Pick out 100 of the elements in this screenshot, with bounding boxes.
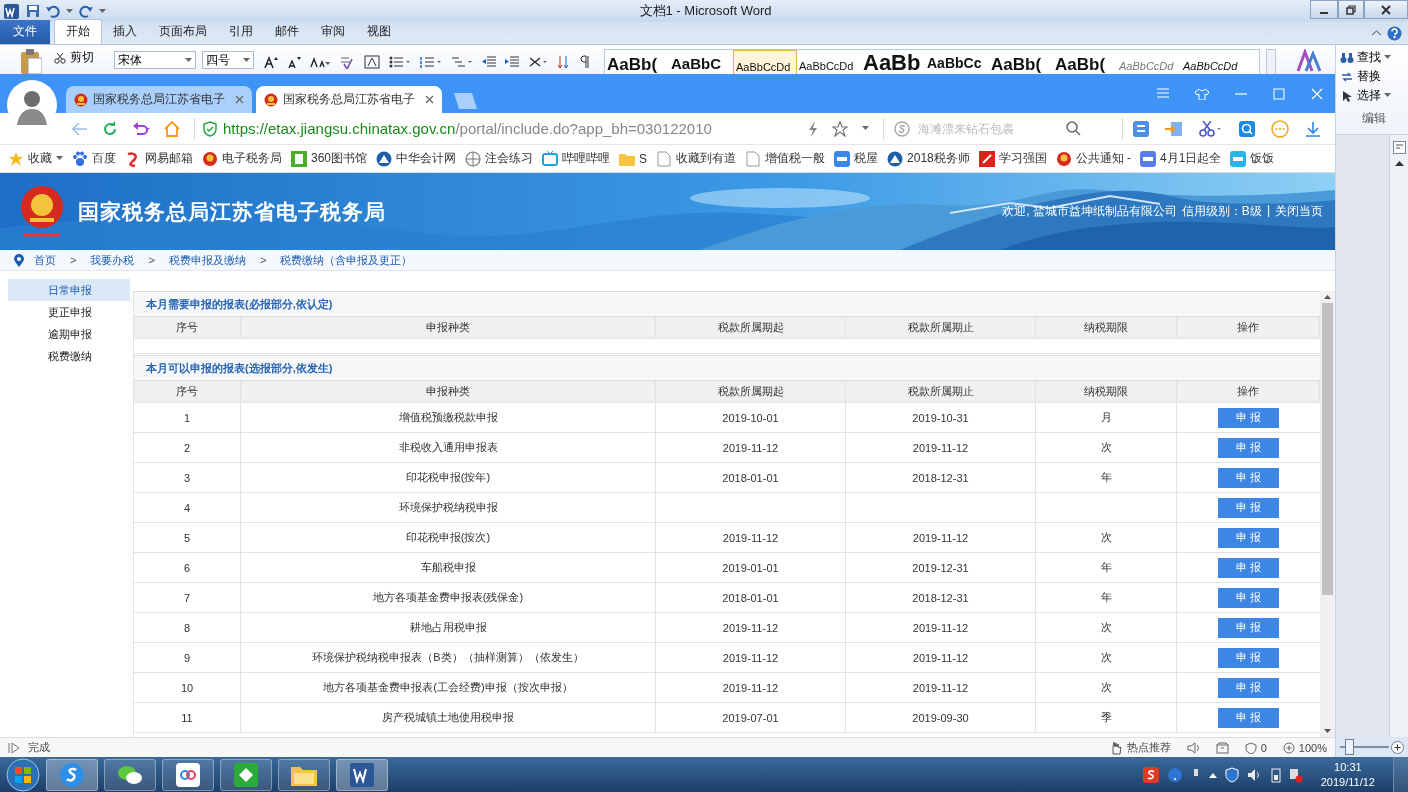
declare-button[interactable]: 申 报 — [1218, 587, 1279, 608]
scroll-up-icon[interactable] — [1324, 295, 1331, 299]
translate-icon[interactable] — [1133, 120, 1149, 137]
sidebar-item[interactable]: 日常申报 — [8, 279, 130, 301]
style-preview[interactable]: AaBbCcDd — [733, 50, 797, 74]
font-name-field[interactable]: 宋体 — [114, 51, 196, 69]
bookmark[interactable]: 收藏 — [8, 150, 63, 167]
style-preview[interactable]: AaBb — [861, 50, 925, 74]
star-icon[interactable] — [832, 120, 848, 137]
paste-icon[interactable] — [20, 48, 42, 74]
bookmark[interactable]: 电子税务局 — [202, 150, 282, 167]
decrease-indent-icon[interactable] — [482, 56, 496, 68]
declare-button[interactable]: 申 报 — [1218, 407, 1279, 428]
save-icon[interactable] — [26, 4, 40, 18]
style-preview[interactable]: AaBbCcDd — [1181, 50, 1245, 74]
search-icon[interactable] — [1066, 121, 1081, 136]
sort-icon[interactable] — [557, 55, 571, 69]
ribbon-tab[interactable]: 插入 — [102, 20, 148, 44]
shield-tray-icon[interactable] — [1224, 766, 1239, 783]
zoom-slider[interactable] — [1340, 739, 1389, 755]
style-preview[interactable]: AaBb( — [605, 50, 669, 74]
gallery-scrollbar[interactable] — [1266, 49, 1276, 74]
replace-button[interactable]: 替换 — [1340, 68, 1408, 85]
ruler-toggle-icon[interactable] — [1392, 141, 1406, 154]
phonetic-guide-icon[interactable] — [339, 55, 355, 69]
dropdown-caret-icon[interactable] — [862, 126, 869, 131]
caret-icon[interactable] — [1384, 55, 1391, 60]
declare-button[interactable]: 申 报 — [1218, 527, 1279, 548]
taskbar-app[interactable] — [220, 758, 272, 791]
sidebar-item[interactable]: 逾期申报 — [8, 323, 130, 345]
search-field[interactable]: 海滩漂来钻石包裹 — [918, 118, 1058, 139]
enclose-character-icon[interactable] — [364, 55, 380, 69]
magnifier-app-icon[interactable] — [1239, 120, 1255, 137]
show-hidden-icon[interactable] — [1208, 771, 1217, 778]
bookmark[interactable]: 哔哩哔哩 — [542, 150, 611, 167]
ribbon-tab[interactable]: 引用 — [218, 20, 264, 44]
declare-button[interactable]: 申 报 — [1218, 617, 1279, 638]
scroll-up-icon[interactable] — [1394, 160, 1404, 166]
shrink-font-icon[interactable] — [287, 56, 301, 68]
sidebar-toggle-icon[interactable] — [8, 741, 20, 754]
ribbon-tab[interactable]: 视图 — [356, 20, 402, 44]
scissors-icon[interactable] — [1199, 120, 1223, 137]
style-preview[interactable]: AaBbC — [669, 50, 733, 74]
breadcrumb-link[interactable]: 税费缴纳（含申报及更正） — [280, 252, 413, 268]
breadcrumb-link[interactable]: 我要办税 — [90, 252, 135, 268]
bookmark[interactable]: 公共通知 - — [1055, 150, 1132, 167]
close-page-link[interactable]: 关闭当页 — [1275, 203, 1323, 220]
bookmark[interactable]: 4月1日起全 — [1140, 150, 1222, 167]
bookmark[interactable]: 网易邮箱 — [125, 150, 193, 167]
redo-icon[interactable] — [79, 4, 93, 18]
bookmark[interactable]: 增值税一般 — [745, 150, 826, 167]
bookmark[interactable]: 税屋 — [834, 150, 879, 167]
change-styles-icon[interactable] — [1296, 49, 1324, 73]
ribbon-tab[interactable]: 开始 — [54, 19, 102, 44]
browser-tab[interactable]: 国家税务总局江苏省电子 — [256, 86, 442, 113]
customize-caret-icon[interactable] — [99, 8, 106, 14]
change-case-icon[interactable] — [310, 56, 330, 68]
sidebar-item[interactable]: 税费缴纳 — [8, 345, 130, 367]
declare-button[interactable]: 申 报 — [1218, 497, 1279, 518]
taskbar-app[interactable] — [46, 758, 98, 791]
zoom-level[interactable]: 100% — [1282, 741, 1327, 754]
bullets-icon[interactable] — [389, 56, 411, 68]
bookmark[interactable]: S — [619, 150, 648, 167]
style-preview[interactable]: AaBb( — [989, 50, 1053, 74]
style-preview[interactable]: AaBbCc — [925, 50, 989, 74]
network-warning-icon[interactable] — [1288, 766, 1303, 783]
skin-shirt-icon[interactable] — [1195, 87, 1209, 100]
taskbar-app[interactable] — [278, 758, 330, 791]
bookmark[interactable]: 注会练习 — [465, 150, 534, 167]
url-field[interactable]: https://etax.jiangsu.chinatax.gov.cn/portal/include.do?app_bh=030122010 — [223, 120, 712, 137]
sidebar-item[interactable]: 更正申报 — [8, 301, 130, 323]
bookmark[interactable]: 2018税务师 — [887, 150, 970, 167]
package-icon[interactable] — [1215, 741, 1229, 754]
download-icon[interactable] — [1305, 120, 1321, 137]
declare-button[interactable]: 申 报 — [1218, 677, 1279, 698]
breadcrumb-link[interactable]: 税费申报及缴纳 — [168, 252, 246, 268]
tab-close-icon[interactable] — [235, 95, 244, 104]
lightning-icon[interactable] — [808, 120, 818, 137]
declare-button[interactable]: 申 报 — [1218, 647, 1279, 668]
font-size-field[interactable]: 四号 — [202, 51, 254, 69]
asian-layout-icon[interactable] — [528, 56, 548, 68]
ribbon-tab[interactable]: 邮件 — [264, 20, 310, 44]
grow-font-icon[interactable] — [264, 56, 278, 68]
speaker-icon[interactable] — [1186, 741, 1200, 754]
help-icon[interactable] — [1387, 25, 1402, 41]
taskbar-app[interactable] — [162, 758, 214, 791]
declare-button[interactable]: 申 报 — [1218, 437, 1279, 458]
ribbon-tab[interactable]: 页面布局 — [148, 20, 218, 44]
numbering-icon[interactable] — [420, 56, 442, 68]
close-button[interactable] — [1364, 0, 1408, 19]
refresh-icon[interactable] — [102, 120, 118, 137]
caret-icon[interactable] — [1384, 93, 1391, 98]
restore-button[interactable] — [1338, 0, 1364, 19]
undo-icon[interactable] — [132, 120, 150, 137]
cut-button[interactable]: 剪切 — [48, 45, 100, 70]
declare-button[interactable]: 申 报 — [1218, 707, 1279, 728]
select-button[interactable]: 选择 — [1340, 87, 1408, 104]
taskbar-app[interactable] — [104, 758, 156, 791]
hot-news-button[interactable]: 热点推荐 — [1108, 740, 1171, 755]
style-preview[interactable]: AaBbCcDd — [797, 50, 861, 74]
